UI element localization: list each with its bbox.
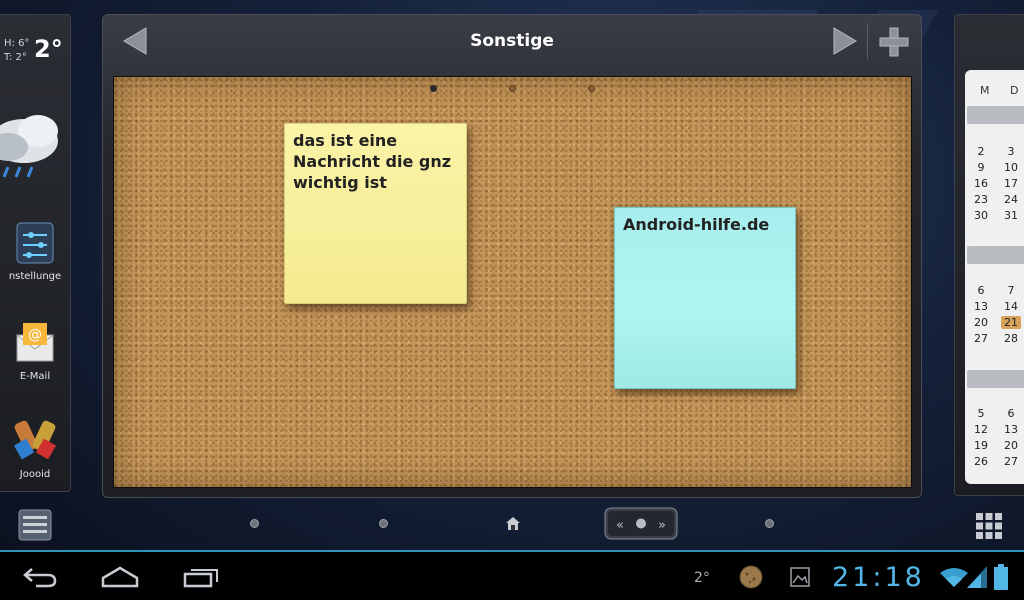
calendar-month-bar: [967, 246, 1024, 264]
notes-board-widget: Sonstige das ist eine Nachricht die gnz …: [102, 14, 922, 498]
left-homescreen-panel[interactable]: H: 6° T: 2° 2° nstellunge @ E-Mail Joooi…: [0, 14, 71, 492]
svg-text:»: »: [658, 518, 666, 533]
homescreen-page-dot[interactable]: [379, 519, 388, 528]
status-clock[interactable]: 21:18: [832, 562, 925, 593]
calendar-day[interactable]: 23: [971, 193, 991, 206]
calendar-day[interactable]: 12: [971, 423, 991, 436]
page-indicator-dot: [588, 85, 595, 92]
calendar-day[interactable]: 10: [1001, 161, 1021, 174]
home-page-icon[interactable]: [505, 516, 521, 531]
calendar-day[interactable]: 30: [971, 209, 991, 222]
calendar-day[interactable]: 26: [971, 455, 991, 468]
screen-preview-button[interactable]: « »: [604, 507, 678, 540]
calendar-day[interactable]: 28: [1001, 332, 1021, 345]
calendar-day[interactable]: 13: [971, 300, 991, 313]
board-title: Sonstige: [470, 31, 554, 51]
status-temperature: 2°: [694, 570, 710, 586]
calendar-day[interactable]: 19: [971, 439, 991, 452]
calendar-day[interactable]: 5: [971, 407, 991, 420]
signal-strength-icon: [967, 566, 987, 588]
calendar-widget[interactable]: M D 2 3 9 10 16 17 23 24 30 31 6 7 13 14…: [965, 70, 1024, 484]
calendar-day-today[interactable]: 21: [1001, 316, 1021, 329]
calendar-day[interactable]: 24: [1001, 193, 1021, 206]
joooid-icon: [13, 420, 57, 460]
app-label-settings: nstellunge: [8, 271, 62, 282]
image-notification-icon[interactable]: [790, 567, 810, 587]
calendar-day[interactable]: 13: [1001, 423, 1021, 436]
wifi-icon: [940, 568, 968, 587]
page-indicator-dot-active: [430, 85, 437, 92]
rain-cloud-icon: [0, 115, 58, 178]
calendar-day[interactable]: 27: [1001, 455, 1021, 468]
calendar-weekday: D: [1010, 84, 1019, 97]
sticky-note-yellow[interactable]: das ist eine Nachricht die gnz wichtig i…: [284, 123, 467, 304]
calendar-day[interactable]: 16: [971, 177, 991, 190]
right-homescreen-panel[interactable]: M D 2 3 9 10 16 17 23 24 30 31 6 7 13 14…: [954, 14, 1024, 496]
calendar-day[interactable]: 6: [971, 284, 991, 297]
all-apps-grid-icon[interactable]: [975, 512, 1003, 540]
toolbar-divider: [867, 23, 868, 59]
calendar-weekday: M: [980, 84, 990, 97]
calendar-day[interactable]: 17: [1001, 177, 1021, 190]
calendar-day[interactable]: 20: [1001, 439, 1021, 452]
page-indicator-dot: [509, 85, 516, 92]
svg-text:«: «: [616, 518, 624, 533]
weather-low: T: 2°: [4, 52, 27, 63]
weather-high: H: 6°: [4, 38, 30, 49]
system-navigation-bar: 2° 21:18: [0, 550, 1024, 600]
calendar-day[interactable]: 14: [1001, 300, 1021, 313]
app-label-email: E-Mail: [19, 371, 51, 382]
app-drawer-menu-icon[interactable]: [18, 509, 52, 541]
corkboard: das ist eine Nachricht die gnz wichtig i…: [113, 76, 912, 488]
app-joooid[interactable]: Joooid: [0, 413, 70, 480]
app-settings[interactable]: nstellunge: [0, 221, 70, 282]
calendar-day[interactable]: 20: [971, 316, 991, 329]
weather-high-low: H: 6° T: 2°: [4, 37, 29, 65]
calendar-day[interactable]: 3: [1001, 145, 1021, 158]
calendar-day[interactable]: 9: [971, 161, 991, 174]
calendar-month-bar: [967, 370, 1024, 388]
next-board-button[interactable]: [830, 26, 860, 56]
back-icon[interactable]: [22, 566, 58, 588]
homescreen-page-dot[interactable]: [250, 519, 259, 528]
homescreen-page-dot[interactable]: [765, 519, 774, 528]
home-icon[interactable]: [101, 566, 139, 588]
battery-icon: [994, 564, 1008, 590]
calendar-month-bar: [967, 106, 1024, 124]
svg-text:@: @: [28, 327, 42, 343]
calendar-day[interactable]: 2: [971, 145, 991, 158]
calendar-day[interactable]: 7: [1001, 284, 1021, 297]
calendar-day[interactable]: 27: [971, 332, 991, 345]
email-icon: @: [15, 323, 55, 362]
add-note-button[interactable]: [877, 25, 911, 59]
recent-apps-icon[interactable]: [183, 566, 219, 588]
app-email[interactable]: @ E-Mail: [0, 321, 70, 382]
cork-notification-icon[interactable]: [739, 565, 763, 589]
sticky-note-cyan[interactable]: Android-hilfe.de: [614, 207, 796, 389]
calendar-day[interactable]: 31: [1001, 209, 1021, 222]
weather-current-temp: 2°: [34, 35, 63, 63]
settings-icon: [16, 222, 54, 264]
calendar-day[interactable]: 6: [1001, 407, 1021, 420]
app-label-joooid: Joooid: [19, 469, 51, 480]
